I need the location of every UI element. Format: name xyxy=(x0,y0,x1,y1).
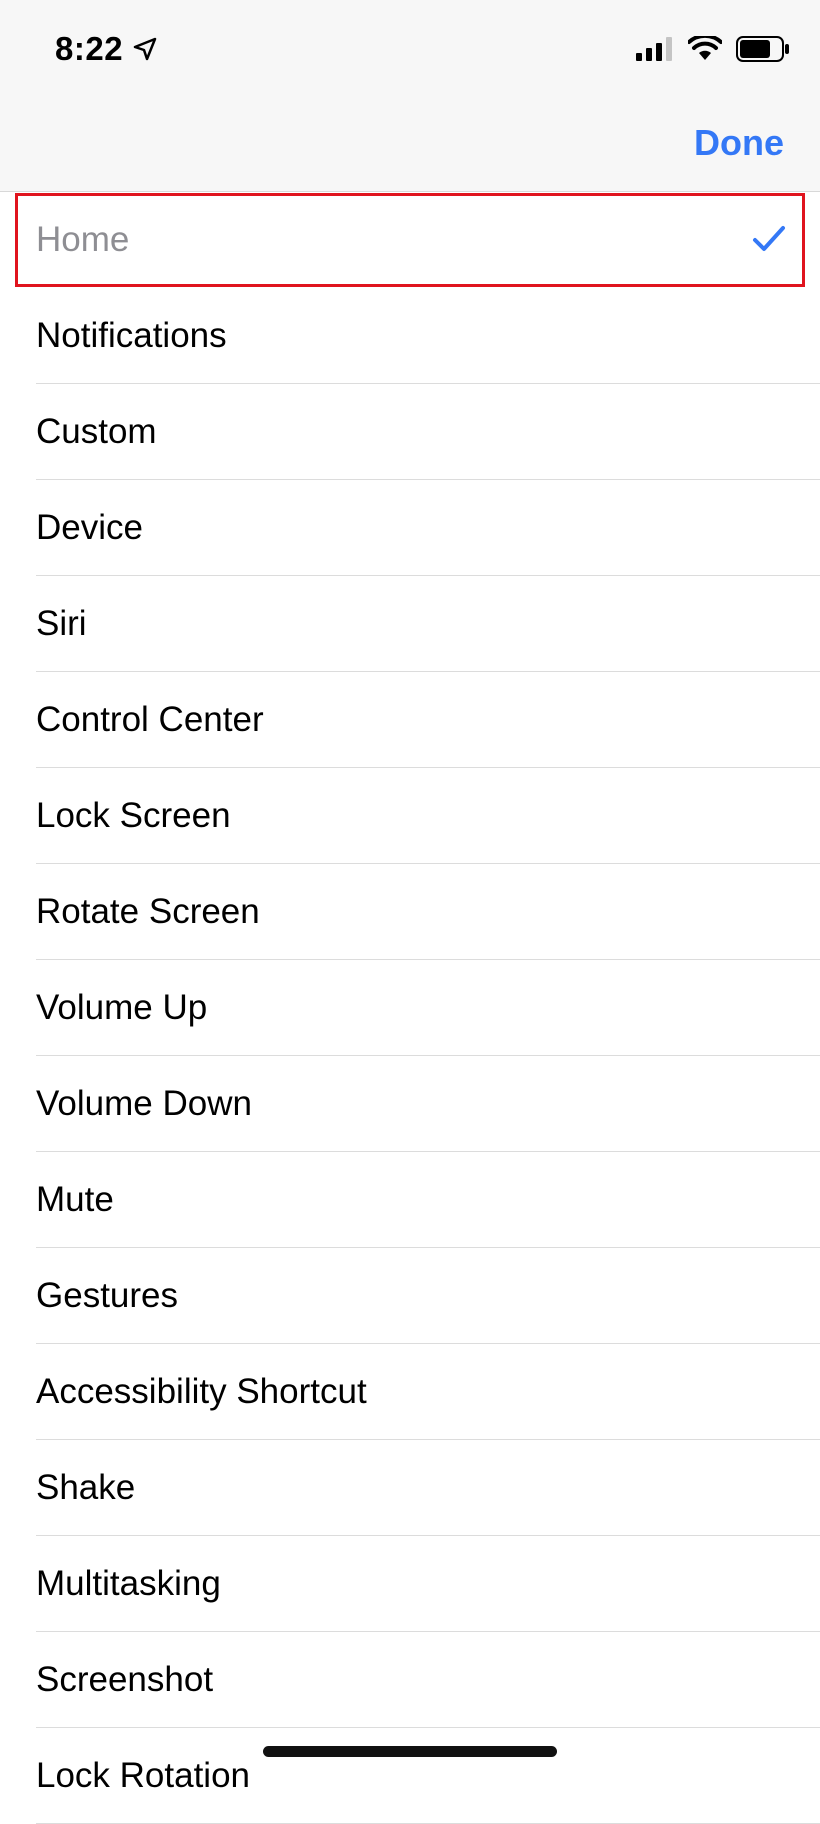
status-time-label: 8:22 xyxy=(55,30,124,67)
checkmark-icon xyxy=(753,226,785,251)
list-item-notifications[interactable]: Notifications xyxy=(0,288,820,384)
list-item-label: Shake xyxy=(36,1468,136,1507)
list-item-label: Gestures xyxy=(36,1276,178,1315)
list-item-home[interactable]: Home xyxy=(14,192,806,288)
cellular-signal-icon xyxy=(636,37,672,61)
list-item-label: Volume Up xyxy=(36,988,208,1027)
location-arrow-icon xyxy=(133,37,157,61)
list-item-screenshot[interactable]: Screenshot xyxy=(0,1632,820,1728)
list-item-label: Lock Rotation xyxy=(36,1756,251,1795)
status-time: 8:22 xyxy=(55,30,157,68)
list-item-mute[interactable]: Mute xyxy=(0,1152,820,1248)
list-item-label: Notifications xyxy=(36,316,227,355)
list-item-label: Volume Down xyxy=(36,1084,252,1123)
list-item-label: Screenshot xyxy=(36,1660,214,1699)
list-item-label: Mute xyxy=(36,1180,114,1219)
list-item-label: Siri xyxy=(36,604,87,643)
list-item-lock-rotation[interactable]: Lock Rotation xyxy=(0,1728,820,1824)
wifi-icon xyxy=(688,36,722,60)
list-item-accessibility-shortcut[interactable]: Accessibility Shortcut xyxy=(0,1344,820,1440)
list-item-volume-up[interactable]: Volume Up xyxy=(0,960,820,1056)
list-item-label: Accessibility Shortcut xyxy=(36,1372,367,1411)
list-item-label: Control Center xyxy=(36,700,264,739)
action-list: Home Notifications Custom Device Siri Co… xyxy=(0,192,820,1824)
list-item-gestures[interactable]: Gestures xyxy=(0,1248,820,1344)
list-item-rotate-screen[interactable]: Rotate Screen xyxy=(0,864,820,960)
list-item-shake[interactable]: Shake xyxy=(0,1440,820,1536)
status-icons xyxy=(636,36,790,62)
list-item-siri[interactable]: Siri xyxy=(0,576,820,672)
list-item-custom[interactable]: Custom xyxy=(0,384,820,480)
home-indicator[interactable] xyxy=(263,1746,557,1757)
navigation-bar: Done xyxy=(0,100,820,192)
battery-icon xyxy=(736,36,789,62)
list-item-label: Custom xyxy=(36,412,157,451)
status-bar: 8:22 xyxy=(0,0,820,100)
list-item-multitasking[interactable]: Multitasking xyxy=(0,1536,820,1632)
list-item-control-center[interactable]: Control Center xyxy=(0,672,820,768)
list-item-device[interactable]: Device xyxy=(0,480,820,576)
list-item-label: Lock Screen xyxy=(36,796,231,835)
done-button[interactable]: Done xyxy=(694,122,784,164)
list-item-label: Device xyxy=(36,508,143,547)
list-item-volume-down[interactable]: Volume Down xyxy=(0,1056,820,1152)
list-item-label: Home xyxy=(36,220,130,259)
list-item-label: Multitasking xyxy=(36,1564,221,1603)
list-item-label: Rotate Screen xyxy=(36,892,260,931)
list-item-lock-screen[interactable]: Lock Screen xyxy=(0,768,820,864)
